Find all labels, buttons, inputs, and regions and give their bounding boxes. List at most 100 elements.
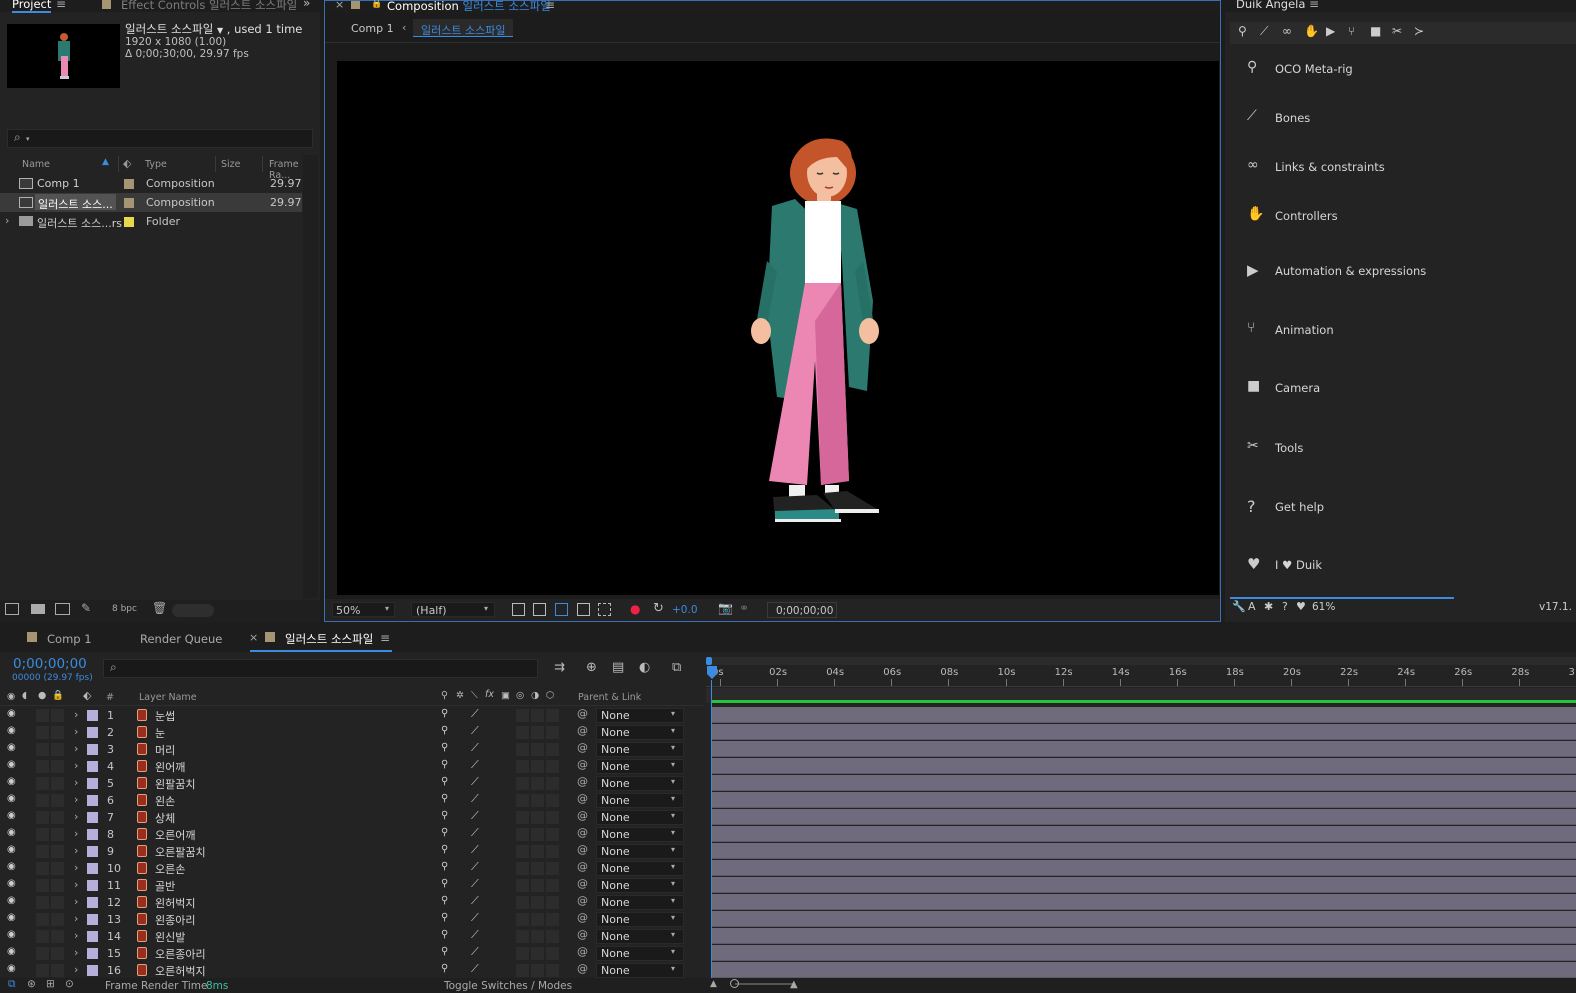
shy-switch-icon[interactable]: ⚲ (441, 844, 448, 855)
pick-whip-icon[interactable]: @ (577, 826, 588, 839)
transparency-grid-icon[interactable] (533, 603, 546, 616)
solo-switch[interactable] (36, 913, 49, 926)
playhead[interactable] (707, 666, 717, 680)
layer-name[interactable]: 왼종아리 (155, 912, 195, 928)
expand-chevron-icon[interactable]: › (74, 793, 78, 806)
pick-whip-icon[interactable]: @ (577, 877, 588, 890)
3d-switch[interactable] (546, 879, 559, 892)
solo-switch[interactable] (36, 947, 49, 960)
work-area-start-handle[interactable] (706, 657, 712, 665)
lock-switch[interactable] (51, 964, 64, 977)
layer-duration-bar[interactable] (712, 945, 1576, 961)
lock-switch[interactable] (51, 845, 64, 858)
label-color-swatch[interactable] (87, 846, 98, 857)
pick-whip-icon[interactable]: @ (577, 775, 588, 788)
3d-switch[interactable] (546, 743, 559, 756)
quality-switch-icon[interactable]: ⟋ (471, 758, 479, 772)
lock-switch[interactable] (51, 862, 64, 875)
project-item-folder[interactable]: › 일러스트 소스...rs Folder (0, 212, 302, 231)
layer-row[interactable]: ◉ › 14 왼신발 ⚲ ⟋ @ None ▾ (0, 928, 704, 945)
solo-switch[interactable] (36, 862, 49, 875)
expand-chevron-icon[interactable]: › (74, 810, 78, 823)
visibility-eye-icon[interactable]: ◉ (7, 963, 16, 974)
time-ruler[interactable]: 0s 02s 04s 06s 08s 10s 12s 14s 16s 18s 20s 22s 24s 26… (706, 665, 1576, 687)
layer-row[interactable]: ◉ › 3 머리 ⚲ ⟋ @ None ▾ (0, 741, 704, 758)
adjustment-switch[interactable] (531, 862, 544, 875)
tab-composition[interactable]: Composition 일러스트 소스파일 (387, 0, 551, 14)
label-color-swatch[interactable] (87, 744, 98, 755)
motion-blur-switch[interactable] (516, 726, 529, 739)
parent-dropdown[interactable]: None ▾ (596, 929, 684, 944)
channel-icon[interactable]: ● (630, 602, 640, 616)
layer-name[interactable]: 머리 (155, 742, 175, 758)
bone-tool-icon[interactable]: ⟋ (1260, 24, 1268, 39)
settings-wrench-icon[interactable]: 🔧 (1232, 600, 1246, 613)
expand-chevron-icon[interactable]: › (74, 742, 78, 755)
grid-guides-icon[interactable] (598, 603, 611, 616)
parent-dropdown[interactable]: None ▾ (596, 878, 684, 893)
toggle-switches-modes[interactable]: Toggle Switches / Modes (444, 980, 572, 992)
project-search-input[interactable]: ⌕ ▾ (7, 129, 313, 148)
layer-name[interactable]: 왼손 (155, 793, 175, 809)
3d-switch[interactable] (546, 964, 559, 977)
expand-chevron-icon[interactable]: › (74, 963, 78, 976)
label-color-swatch[interactable] (87, 778, 98, 789)
console-tool-icon[interactable]: ≻ (1414, 24, 1424, 38)
shy-switch-icon[interactable]: ⚲ (441, 725, 448, 736)
pick-whip-icon[interactable]: @ (577, 758, 588, 771)
label-color-swatch[interactable] (87, 914, 98, 925)
pick-whip-icon[interactable]: @ (577, 792, 588, 805)
shy-switch-icon[interactable]: ⚲ (441, 895, 448, 906)
layer-duration-bar[interactable] (712, 826, 1576, 842)
expand-chevron-icon[interactable]: › (74, 776, 78, 789)
quality-switch-icon[interactable]: ⟋ (471, 877, 479, 891)
layer-name[interactable]: 상체 (155, 810, 175, 826)
expand-chevron-icon[interactable]: › (74, 929, 78, 942)
interpret-footage-icon[interactable] (5, 603, 19, 615)
parent-dropdown[interactable]: None ▾ (596, 793, 684, 808)
pick-whip-icon[interactable]: @ (577, 911, 588, 924)
expand-chevron-icon[interactable]: › (74, 878, 78, 891)
adjustment-switch[interactable] (531, 879, 544, 892)
lock-switch[interactable] (51, 709, 64, 722)
panel-overflow-icon[interactable]: » (303, 0, 310, 10)
layer-duration-bar[interactable] (712, 809, 1576, 825)
layer-name[interactable]: 오른팔꿈치 (155, 844, 206, 860)
visibility-eye-icon[interactable]: ◉ (7, 759, 16, 770)
fast-previews-icon[interactable] (512, 603, 525, 616)
expand-chevron-icon[interactable]: › (74, 759, 78, 772)
pick-whip-icon[interactable]: @ (577, 741, 588, 754)
expand-chevron-icon[interactable]: › (5, 214, 9, 227)
motion-blur-icon[interactable]: ◐ (639, 660, 650, 675)
timeline-search-input[interactable]: ⌕ (103, 659, 538, 678)
layer-row[interactable]: ◉ › 4 왼어깨 ⚲ ⟋ @ None ▾ (0, 758, 704, 775)
lock-switch[interactable] (51, 794, 64, 807)
visibility-eye-icon[interactable]: ◉ (7, 725, 16, 736)
quality-switch-icon[interactable]: ⟋ (471, 826, 479, 840)
lock-column-icon[interactable]: 🔒 (52, 690, 64, 701)
adjustment-switch[interactable] (531, 726, 544, 739)
shy-switch-icon[interactable]: ⚲ (441, 759, 448, 770)
3d-switch[interactable] (546, 828, 559, 841)
layer-name[interactable]: 왼허벅지 (155, 895, 195, 911)
layer-name[interactable]: 왼팔꿈치 (155, 776, 195, 792)
graph-editor-icon[interactable]: ⧉ (672, 660, 681, 675)
expand-chevron-icon[interactable]: › (74, 827, 78, 840)
layer-duration-bar[interactable] (712, 911, 1576, 927)
layer-row[interactable]: ◉ › 7 상체 ⚲ ⟋ @ None ▾ (0, 809, 704, 826)
in-out-icon[interactable]: ⊞ (46, 978, 55, 990)
close-tab-icon[interactable]: × (335, 0, 344, 11)
comp-mini-flowchart-icon[interactable]: ⇉ (554, 660, 565, 675)
solo-switch[interactable] (36, 930, 49, 943)
3d-switch[interactable] (546, 862, 559, 875)
camera-tool-icon[interactable]: ■ (1370, 24, 1381, 38)
video-eye-icon[interactable]: ◉ (7, 691, 15, 702)
shy-switch-icon[interactable]: ⚲ (441, 912, 448, 923)
layer-name[interactable]: 오른허벅지 (155, 963, 206, 979)
shy-switch-icon[interactable]: ⚲ (441, 878, 448, 889)
work-area-bar[interactable] (706, 657, 1576, 665)
solo-switch[interactable] (36, 879, 49, 892)
thumbnail-slider[interactable] (172, 604, 214, 617)
pick-whip-icon[interactable]: @ (577, 843, 588, 856)
layer-row[interactable]: ◉ › 12 왼허벅지 ⚲ ⟋ @ None ▾ (0, 894, 704, 911)
